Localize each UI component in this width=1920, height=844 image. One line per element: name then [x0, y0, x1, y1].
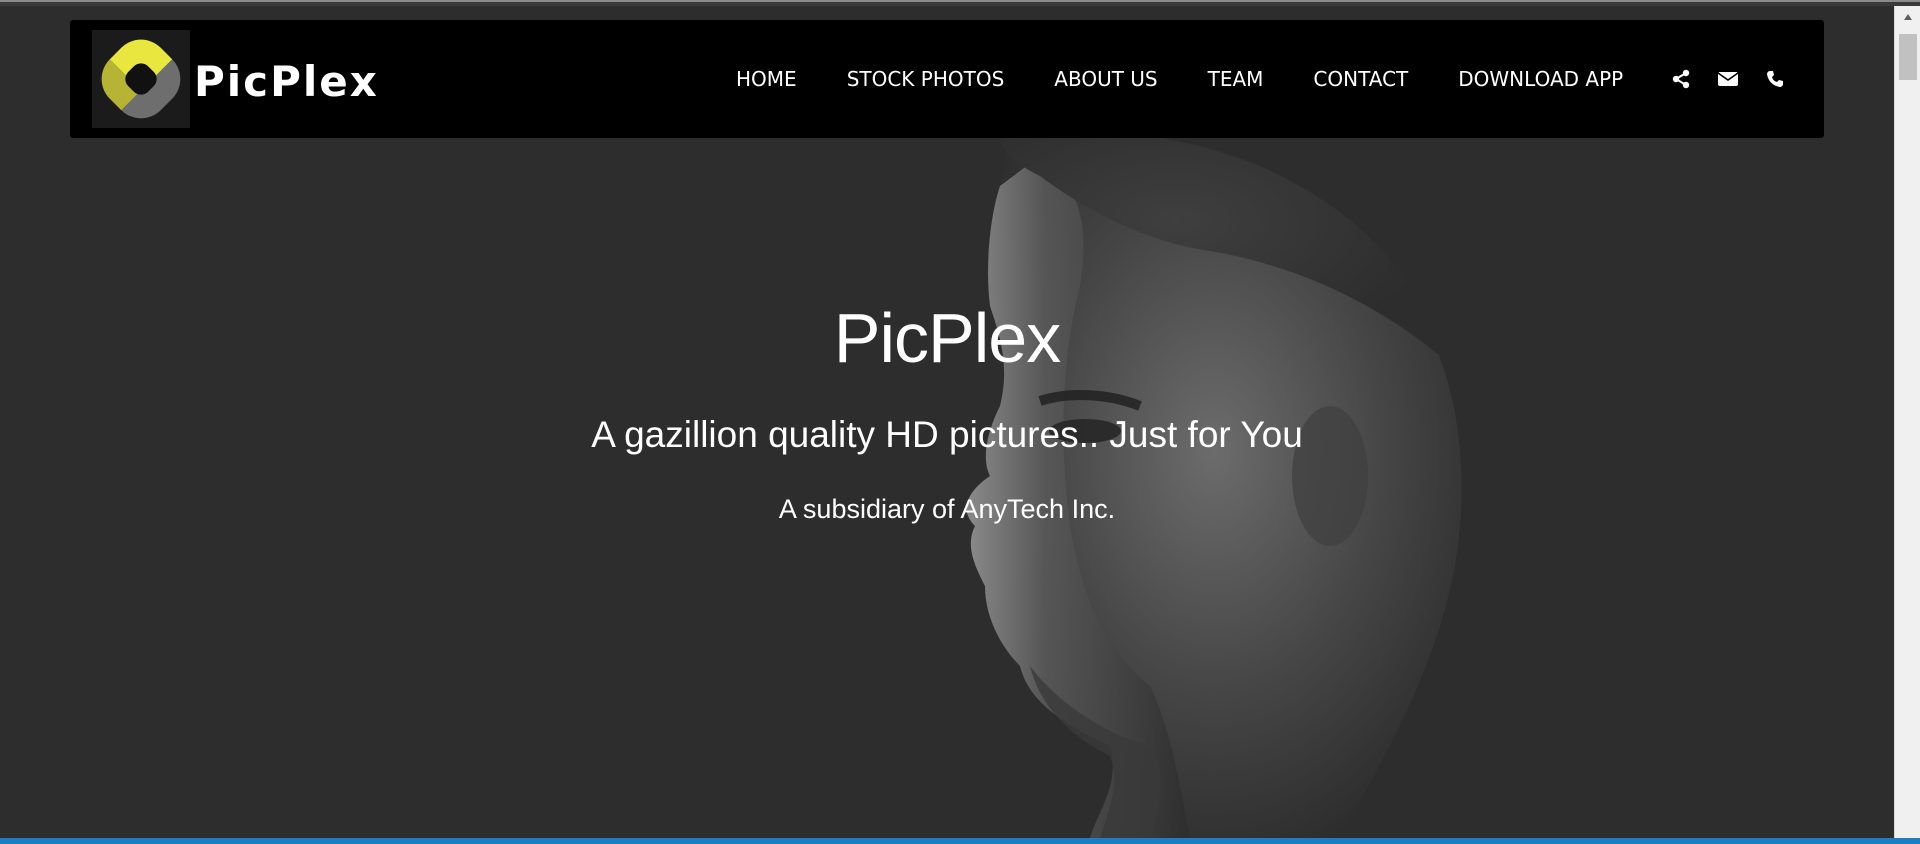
scrollbar-thumb[interactable]: [1899, 34, 1917, 80]
brand-name: PicPlex: [194, 56, 379, 106]
nav-icons: [1670, 20, 1786, 138]
brand-logo-icon: [92, 30, 190, 128]
nav-link-stock-photos[interactable]: STOCK PHOTOS: [847, 67, 1005, 91]
nav-link-download-app[interactable]: DOWNLOAD APP: [1458, 67, 1623, 91]
scroll-up-arrow-icon[interactable]: [1895, 6, 1920, 28]
envelope-icon[interactable]: [1717, 68, 1739, 90]
share-icon[interactable]: [1670, 68, 1692, 90]
hero-note: A subsidiary of AnyTech Inc.: [778, 494, 1116, 524]
nav-link-team[interactable]: TEAM: [1208, 67, 1264, 91]
navbar: PicPlex HOME STOCK PHOTOS ABOUT US TEAM …: [70, 20, 1824, 138]
phone-icon[interactable]: [1764, 68, 1786, 90]
brand-link[interactable]: PicPlex: [92, 30, 379, 128]
browser-viewport: PicPlex A gazillion quality HD pictures.…: [0, 0, 1920, 844]
bottom-accent-bar: [0, 838, 1920, 844]
nav-link-home[interactable]: HOME: [736, 67, 797, 91]
nav-link-contact[interactable]: CONTACT: [1313, 67, 1408, 91]
hero-title: PicPlex: [833, 299, 1061, 377]
nav-links: HOME STOCK PHOTOS ABOUT US TEAM CONTACT …: [736, 20, 1623, 138]
nav-link-about-us[interactable]: ABOUT US: [1054, 67, 1157, 91]
hero-subtitle: A gazillion quality HD pictures.. Just f…: [591, 414, 1303, 455]
vertical-scrollbar[interactable]: [1894, 6, 1920, 838]
